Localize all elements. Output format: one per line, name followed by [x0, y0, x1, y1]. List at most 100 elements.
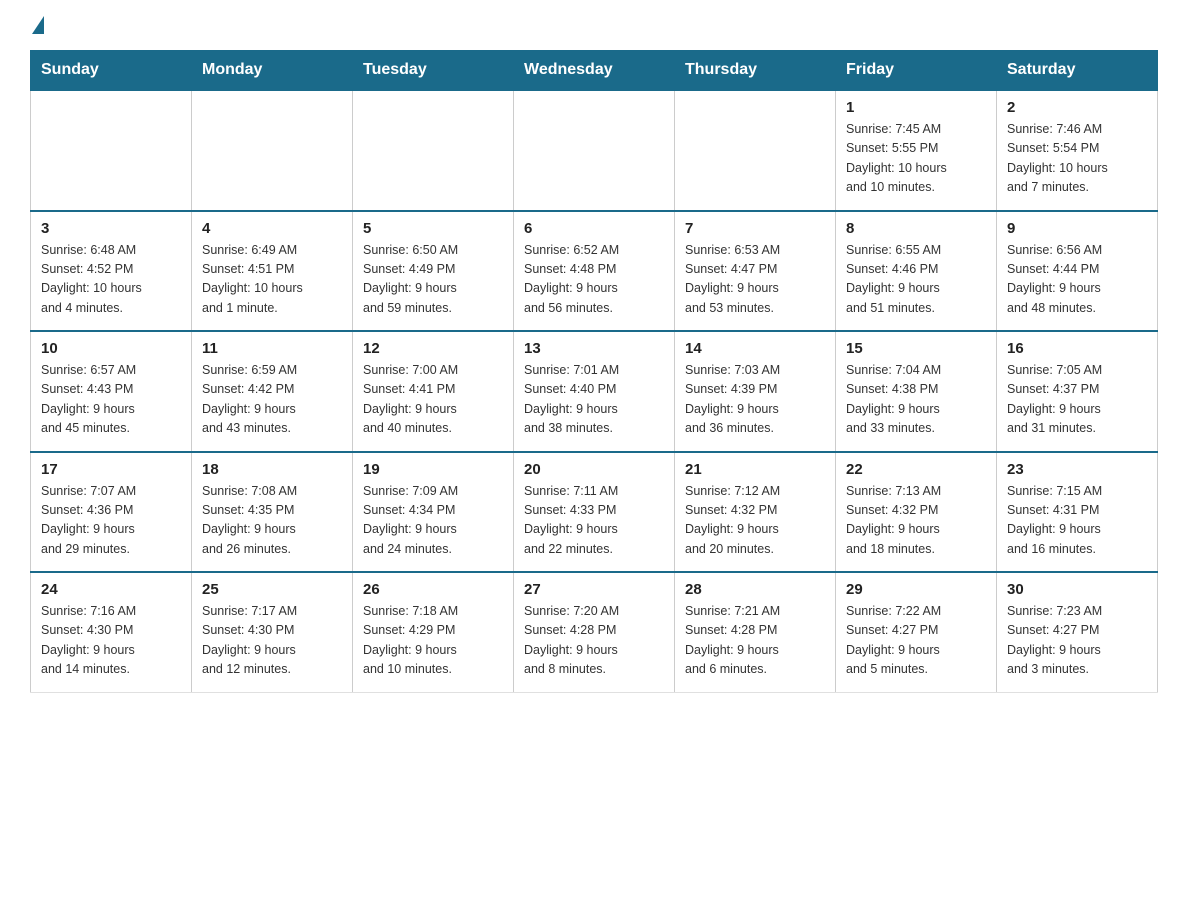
day-info: Sunrise: 6:55 AMSunset: 4:46 PMDaylight:…: [846, 241, 986, 319]
day-number: 30: [1007, 581, 1147, 598]
calendar-cell: 3Sunrise: 6:48 AMSunset: 4:52 PMDaylight…: [31, 211, 192, 332]
calendar-cell: 15Sunrise: 7:04 AMSunset: 4:38 PMDayligh…: [836, 331, 997, 452]
day-number: 18: [202, 461, 342, 478]
day-info: Sunrise: 6:49 AMSunset: 4:51 PMDaylight:…: [202, 241, 342, 319]
calendar-cell: 27 Sunrise: 7:20 AMSunset: 4:28 PMDayligh…: [514, 572, 675, 692]
calendar-cell: [353, 90, 514, 211]
calendar-table: SundayMondayTuesdayWednesdayThursdayFrid…: [30, 50, 1158, 693]
calendar-cell: 12 Sunrise: 7:00 AMSunset: 4:41 PMDayligh…: [353, 331, 514, 452]
day-info: Sunrise: 7:23 AMSunset: 4:27 PMDaylight:…: [1007, 602, 1147, 680]
day-info: Sunrise: 7:21 AMSunset: 4:28 PMDaylight:…: [685, 602, 825, 680]
day-number: 12: [363, 340, 503, 357]
day-number: 4: [202, 220, 342, 237]
day-number: 27: [524, 581, 664, 598]
day-info: Sunrise: 6:53 AMSunset: 4:47 PMDaylight:…: [685, 241, 825, 319]
day-info: Sunrise: 6:52 AMSunset: 4:48 PMDaylight:…: [524, 241, 664, 319]
calendar-cell: 19 Sunrise: 7:09 AMSunset: 4:34 PMDayligh…: [353, 452, 514, 573]
calendar-cell: 18 Sunrise: 7:08 AMSunset: 4:35 PMDayligh…: [192, 452, 353, 573]
calendar-cell: 14 Sunrise: 7:03 AMSunset: 4:39 PMDayligh…: [675, 331, 836, 452]
day-info: Sunrise: 7:01 AMSunset: 4:40 PMDaylight:…: [524, 361, 664, 439]
day-info: Sunrise: 7:22 AMSunset: 4:27 PMDaylight:…: [846, 602, 986, 680]
day-number: 5: [363, 220, 503, 237]
calendar-cell: 21 Sunrise: 7:12 AMSunset: 4:32 PMDayligh…: [675, 452, 836, 573]
calendar-week-2: 3Sunrise: 6:48 AMSunset: 4:52 PMDaylight…: [31, 211, 1158, 332]
page-header: [30, 20, 1158, 32]
day-info: Sunrise: 7:20 AMSunset: 4:28 PMDaylight:…: [524, 602, 664, 680]
day-number: 11: [202, 340, 342, 357]
calendar-cell: 24 Sunrise: 7:16 AMSunset: 4:30 PMDayligh…: [31, 572, 192, 692]
day-info: Sunrise: 7:12 AMSunset: 4:32 PMDaylight:…: [685, 482, 825, 560]
day-info: Sunrise: 7:17 AMSunset: 4:30 PMDaylight:…: [202, 602, 342, 680]
calendar-cell: [31, 90, 192, 211]
day-info: Sunrise: 7:45 AMSunset: 5:55 PMDaylight:…: [846, 120, 986, 198]
day-info: Sunrise: 7:03 AMSunset: 4:39 PMDaylight:…: [685, 361, 825, 439]
calendar-week-3: 10 Sunrise: 6:57 AMSunset: 4:43 PMDayligh…: [31, 331, 1158, 452]
weekday-header-wednesday: Wednesday: [514, 51, 675, 91]
day-info: Sunrise: 7:05 AMSunset: 4:37 PMDaylight:…: [1007, 361, 1147, 439]
day-number: 28: [685, 581, 825, 598]
day-info: Sunrise: 7:18 AMSunset: 4:29 PMDaylight:…: [363, 602, 503, 680]
calendar-cell: 11 Sunrise: 6:59 AMSunset: 4:42 PMDayligh…: [192, 331, 353, 452]
day-number: 1: [846, 99, 986, 116]
calendar-cell: 30 Sunrise: 7:23 AMSunset: 4:27 PMDayligh…: [997, 572, 1158, 692]
day-info: Sunrise: 7:00 AMSunset: 4:41 PMDaylight:…: [363, 361, 503, 439]
day-info: Sunrise: 7:07 AMSunset: 4:36 PMDaylight:…: [41, 482, 181, 560]
day-info: Sunrise: 7:08 AMSunset: 4:35 PMDaylight:…: [202, 482, 342, 560]
day-info: Sunrise: 6:59 AMSunset: 4:42 PMDaylight:…: [202, 361, 342, 439]
day-info: Sunrise: 6:56 AMSunset: 4:44 PMDaylight:…: [1007, 241, 1147, 319]
weekday-header-friday: Friday: [836, 51, 997, 91]
day-info: Sunrise: 7:13 AMSunset: 4:32 PMDaylight:…: [846, 482, 986, 560]
logo: [30, 20, 44, 32]
calendar-cell: 13Sunrise: 7:01 AMSunset: 4:40 PMDayligh…: [514, 331, 675, 452]
calendar-cell: 10 Sunrise: 6:57 AMSunset: 4:43 PMDayligh…: [31, 331, 192, 452]
day-info: Sunrise: 7:46 AMSunset: 5:54 PMDaylight:…: [1007, 120, 1147, 198]
day-info: Sunrise: 7:11 AMSunset: 4:33 PMDaylight:…: [524, 482, 664, 560]
weekday-header-sunday: Sunday: [31, 51, 192, 91]
weekday-header-tuesday: Tuesday: [353, 51, 514, 91]
weekday-header-saturday: Saturday: [997, 51, 1158, 91]
calendar-cell: [192, 90, 353, 211]
calendar-cell: 9Sunrise: 6:56 AMSunset: 4:44 PMDaylight…: [997, 211, 1158, 332]
calendar-cell: 17 Sunrise: 7:07 AMSunset: 4:36 PMDayligh…: [31, 452, 192, 573]
calendar-cell: 4 Sunrise: 6:49 AMSunset: 4:51 PMDaylight…: [192, 211, 353, 332]
day-info: Sunrise: 6:50 AMSunset: 4:49 PMDaylight:…: [363, 241, 503, 319]
weekday-header-monday: Monday: [192, 51, 353, 91]
calendar-cell: 28 Sunrise: 7:21 AMSunset: 4:28 PMDayligh…: [675, 572, 836, 692]
day-number: 22: [846, 461, 986, 478]
day-number: 16: [1007, 340, 1147, 357]
calendar-cell: 16 Sunrise: 7:05 AMSunset: 4:37 PMDayligh…: [997, 331, 1158, 452]
day-info: Sunrise: 7:04 AMSunset: 4:38 PMDaylight:…: [846, 361, 986, 439]
calendar-cell: 2Sunrise: 7:46 AMSunset: 5:54 PMDaylight…: [997, 90, 1158, 211]
day-number: 14: [685, 340, 825, 357]
calendar-cell: 7Sunrise: 6:53 AMSunset: 4:47 PMDaylight…: [675, 211, 836, 332]
calendar-cell: [675, 90, 836, 211]
calendar-week-1: 1 Sunrise: 7:45 AMSunset: 5:55 PMDaylight…: [31, 90, 1158, 211]
calendar-cell: 6 Sunrise: 6:52 AMSunset: 4:48 PMDaylight…: [514, 211, 675, 332]
day-info: Sunrise: 7:16 AMSunset: 4:30 PMDaylight:…: [41, 602, 181, 680]
day-number: 19: [363, 461, 503, 478]
weekday-header-thursday: Thursday: [675, 51, 836, 91]
day-number: 29: [846, 581, 986, 598]
calendar-cell: [514, 90, 675, 211]
day-info: Sunrise: 6:48 AMSunset: 4:52 PMDaylight:…: [41, 241, 181, 319]
calendar-cell: 20Sunrise: 7:11 AMSunset: 4:33 PMDayligh…: [514, 452, 675, 573]
logo-triangle-icon: [32, 16, 44, 34]
calendar-body: 1 Sunrise: 7:45 AMSunset: 5:55 PMDaylight…: [31, 90, 1158, 692]
day-number: 23: [1007, 461, 1147, 478]
calendar-cell: 26 Sunrise: 7:18 AMSunset: 4:29 PMDayligh…: [353, 572, 514, 692]
calendar-cell: 29 Sunrise: 7:22 AMSunset: 4:27 PMDayligh…: [836, 572, 997, 692]
calendar-cell: 23 Sunrise: 7:15 AMSunset: 4:31 PMDayligh…: [997, 452, 1158, 573]
day-number: 6: [524, 220, 664, 237]
day-number: 21: [685, 461, 825, 478]
calendar-week-5: 24 Sunrise: 7:16 AMSunset: 4:30 PMDayligh…: [31, 572, 1158, 692]
day-number: 17: [41, 461, 181, 478]
day-number: 25: [202, 581, 342, 598]
day-number: 10: [41, 340, 181, 357]
calendar-header: SundayMondayTuesdayWednesdayThursdayFrid…: [31, 51, 1158, 91]
day-info: Sunrise: 7:09 AMSunset: 4:34 PMDaylight:…: [363, 482, 503, 560]
day-number: 24: [41, 581, 181, 598]
day-info: Sunrise: 6:57 AMSunset: 4:43 PMDaylight:…: [41, 361, 181, 439]
day-info: Sunrise: 7:15 AMSunset: 4:31 PMDaylight:…: [1007, 482, 1147, 560]
calendar-week-4: 17 Sunrise: 7:07 AMSunset: 4:36 PMDayligh…: [31, 452, 1158, 573]
day-number: 26: [363, 581, 503, 598]
